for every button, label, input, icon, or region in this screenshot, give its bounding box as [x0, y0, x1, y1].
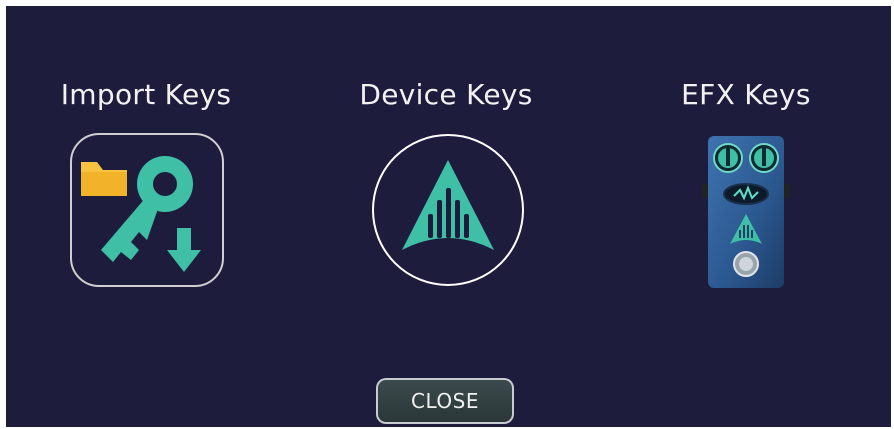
efx-keys-label: EFX Keys: [681, 78, 811, 111]
keys-dialog: Import Keys Device Keys EFX Keys CLOSE: [6, 6, 891, 427]
efx-pedal-icon[interactable]: [698, 132, 794, 292]
import-keys-icon[interactable]: [69, 132, 225, 288]
efx-keys-option[interactable]: EFX Keys: [626, 6, 866, 306]
import-keys-option[interactable]: Import Keys: [26, 6, 266, 306]
close-button[interactable]: CLOSE: [376, 378, 514, 424]
device-keys-label: Device Keys: [359, 78, 533, 111]
device-keys-option[interactable]: Device Keys: [326, 6, 566, 306]
device-keys-icon[interactable]: [370, 132, 526, 288]
import-keys-label: Import Keys: [60, 78, 232, 111]
